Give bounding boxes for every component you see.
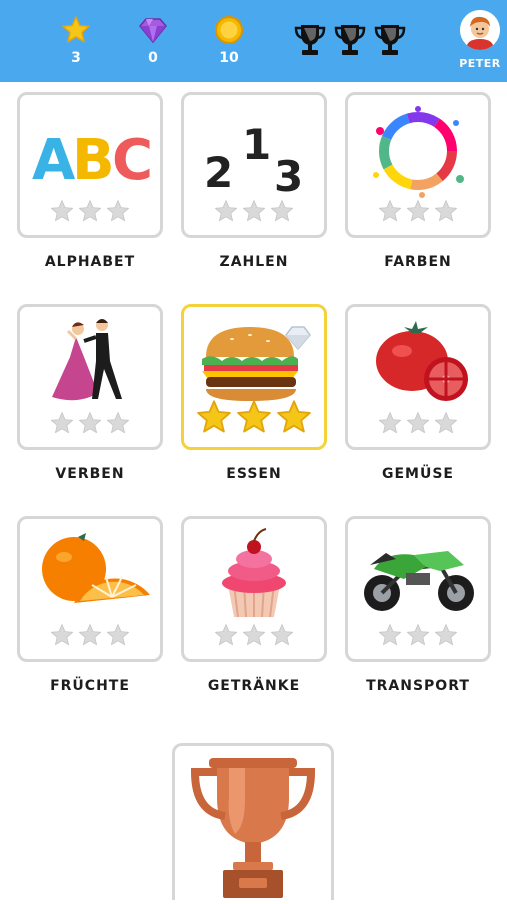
category-label: TRANSPORT [366, 678, 470, 694]
star-icon [270, 624, 294, 646]
star-icon [78, 412, 102, 434]
star-icon [434, 624, 458, 646]
category-tile-gemuese[interactable] [345, 304, 491, 450]
category-label: FRÜCHTE [50, 678, 130, 694]
star-rating [20, 411, 160, 435]
numbers-image: 2 1 3 [192, 101, 316, 201]
alphabet-letter-b: B [72, 128, 115, 193]
star-icon [378, 200, 402, 222]
star-icon [406, 200, 430, 222]
star-icon [406, 624, 430, 646]
star-icon [50, 412, 74, 434]
star-rating [20, 623, 160, 647]
star-icon [51, 14, 101, 46]
number-three: 3 [274, 152, 303, 201]
coins-counter: 10 [204, 14, 254, 66]
alphabet-letter-a: A [32, 128, 76, 193]
star-icon [50, 200, 74, 222]
stars-count: 3 [71, 50, 81, 66]
diamond-icon [128, 14, 178, 46]
profile-button[interactable]: PETER [454, 10, 506, 70]
star-icon [78, 200, 102, 222]
star-rating [348, 623, 488, 647]
diamonds-count: 0 [148, 50, 158, 66]
star-rating [20, 199, 160, 223]
coins-count: 10 [219, 50, 239, 66]
category-tile-essen[interactable] [181, 304, 327, 450]
star-icon [78, 624, 102, 646]
trophy-tile[interactable] [172, 743, 334, 900]
star-rating [184, 399, 324, 435]
orange-image [28, 525, 152, 625]
star-icon [237, 400, 271, 433]
number-two: 2 [204, 148, 233, 197]
star-icon [406, 412, 430, 434]
star-icon [277, 400, 311, 433]
star-rating [184, 199, 324, 223]
star-icon [197, 400, 231, 433]
category-label: FARBEN [384, 254, 452, 270]
star-icon [242, 200, 266, 222]
dancing-couple-image [28, 313, 152, 413]
star-icon [106, 412, 130, 434]
coin-icon [204, 14, 254, 46]
category-label: ALPHABET [44, 254, 136, 270]
star-icon [434, 412, 458, 434]
profile-name: PETER [459, 57, 501, 70]
category-label: ESSEN [226, 466, 282, 482]
alphabet-image: A B C [28, 101, 153, 201]
trophy-icon [373, 22, 407, 58]
star-icon [242, 624, 266, 646]
star-rating [184, 623, 324, 647]
diamonds-counter: 0 [128, 14, 178, 66]
category-label: VERBEN [55, 466, 125, 482]
alphabet-letter-c: C [112, 128, 152, 193]
star-rating [348, 411, 488, 435]
category-tile-fruechte[interactable] [17, 516, 163, 662]
star-icon [378, 624, 402, 646]
category-tile-farben[interactable] [345, 92, 491, 238]
category-tile-transport[interactable] [345, 516, 491, 662]
cupcake-image [192, 525, 316, 625]
number-one: 1 [242, 120, 271, 169]
star-icon [106, 200, 130, 222]
category-tile-alphabet[interactable]: A B C [17, 92, 163, 238]
avatar [460, 10, 500, 50]
trophy-icon [293, 22, 327, 58]
category-label: ZAHLEN [219, 254, 289, 270]
star-icon [214, 624, 238, 646]
burger-image [192, 313, 316, 413]
trophy-icon [333, 22, 367, 58]
category-label: GEMÜSE [381, 466, 454, 482]
stars-counter: 3 [51, 14, 101, 66]
star-icon [106, 624, 130, 646]
category-tile-getraenke[interactable] [181, 516, 327, 662]
category-tile-verben[interactable] [17, 304, 163, 450]
star-rating [348, 199, 488, 223]
star-icon [50, 624, 74, 646]
trophy-icon [185, 754, 321, 904]
motorcycle-image [356, 525, 480, 625]
category-label: GETRÄNKE [207, 678, 301, 694]
color-splash-image [356, 101, 480, 201]
star-icon [270, 200, 294, 222]
top-bar: 3 0 10 PETER [0, 0, 507, 82]
tomato-image [356, 313, 480, 413]
star-icon [378, 412, 402, 434]
category-tile-zahlen[interactable]: 2 1 3 [181, 92, 327, 238]
star-icon [434, 200, 458, 222]
star-icon [214, 200, 238, 222]
